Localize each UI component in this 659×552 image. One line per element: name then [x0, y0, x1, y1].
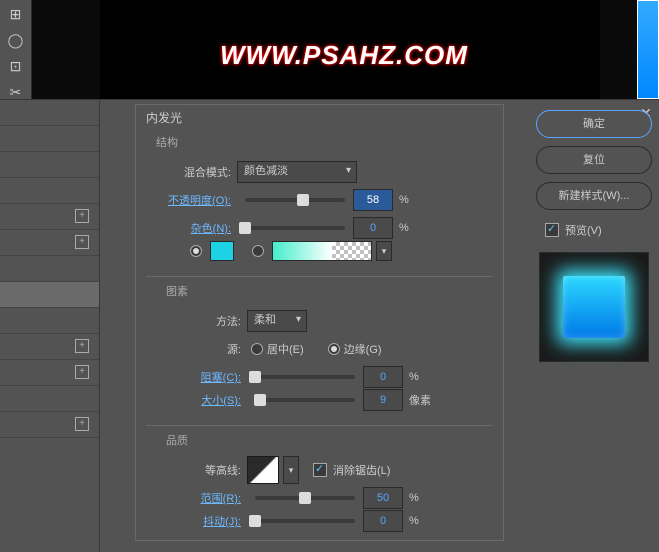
style-item[interactable]: +	[0, 334, 99, 360]
size-label[interactable]: 大小(S):	[156, 392, 241, 408]
quality-heading: 品质	[146, 428, 493, 456]
plus-icon[interactable]: +	[75, 339, 89, 353]
technique-select[interactable]: 柔和	[247, 310, 307, 332]
canvas[interactable]: WWW.PSAHZ.COM	[32, 0, 659, 99]
tools-toolbar: ⊞ ◯ ⊡ ✂	[0, 0, 32, 99]
antialias-label: 消除锯齿(L)	[333, 462, 390, 478]
ok-button[interactable]: 确定	[536, 110, 652, 138]
new-style-button[interactable]: 新建样式(W)...	[536, 182, 652, 210]
size-unit: 像素	[409, 392, 431, 408]
style-item-inner-glow[interactable]	[0, 282, 99, 308]
noise-unit: %	[399, 222, 409, 234]
opacity-slider[interactable]	[245, 198, 345, 202]
watermark-text: WWW.PSAHZ.COM	[220, 40, 468, 71]
range-slider[interactable]	[255, 496, 355, 500]
structure-heading: 结构	[136, 130, 503, 158]
style-item[interactable]	[0, 178, 99, 204]
style-item[interactable]	[0, 152, 99, 178]
dialog-buttons: 确定 复位 新建样式(W)... 预览(V)	[529, 110, 659, 372]
contour-label: 等高线:	[156, 462, 241, 478]
source-label: 源:	[156, 341, 241, 357]
gradient-swatch[interactable]	[272, 241, 372, 261]
noise-input[interactable]	[353, 217, 393, 239]
preview-box	[539, 252, 649, 362]
style-item[interactable]	[0, 308, 99, 334]
tool-select-icon[interactable]: ⊡	[2, 54, 30, 78]
noise-slider[interactable]	[245, 226, 345, 230]
plus-icon[interactable]: +	[75, 365, 89, 379]
range-unit: %	[409, 492, 419, 504]
blend-mode-select[interactable]: 颜色减淡	[237, 161, 357, 183]
opacity-input[interactable]	[353, 189, 393, 211]
source-edge-radio[interactable]	[328, 343, 340, 355]
tool-move-icon[interactable]: ⊞	[2, 2, 30, 26]
style-item[interactable]	[0, 100, 99, 126]
gradient-radio[interactable]	[252, 245, 264, 257]
layer-style-dialog: ✕ + + + + + 内发光 结构 混合模式: 颜色减淡 不透明度(O):	[0, 99, 659, 552]
style-item[interactable]: +	[0, 230, 99, 256]
plus-icon[interactable]: +	[75, 417, 89, 431]
preview-label: 预览(V)	[565, 222, 602, 238]
jitter-unit: %	[409, 515, 419, 527]
tool-lasso-icon[interactable]: ◯	[2, 28, 30, 52]
jitter-slider[interactable]	[255, 519, 355, 523]
inner-glow-group: 内发光 结构 混合模式: 颜色减淡 不透明度(O): % 杂色(N): %	[135, 104, 504, 541]
jitter-label[interactable]: 抖动(J):	[156, 513, 241, 529]
opacity-unit: %	[399, 194, 409, 206]
noise-label[interactable]: 杂色(N):	[146, 220, 231, 236]
range-input[interactable]	[363, 487, 403, 509]
range-label[interactable]: 范围(R):	[156, 490, 241, 506]
choke-slider[interactable]	[255, 375, 355, 379]
style-item[interactable]	[0, 126, 99, 152]
plus-icon[interactable]: +	[75, 235, 89, 249]
document-area: WWW.PSAHZ.COM	[100, 0, 600, 99]
source-edge-label: 边缘(G)	[344, 341, 382, 357]
contour-picker[interactable]	[247, 456, 279, 484]
choke-label[interactable]: 阻塞(C):	[156, 369, 241, 385]
style-item[interactable]	[0, 256, 99, 282]
opacity-label[interactable]: 不透明度(O):	[146, 192, 231, 208]
style-item[interactable]: +	[0, 412, 99, 438]
color-swatch[interactable]	[210, 241, 234, 261]
styles-list: + + + + +	[0, 100, 100, 552]
style-item[interactable]: +	[0, 204, 99, 230]
plus-icon[interactable]: +	[75, 209, 89, 223]
gradient-dropdown[interactable]: ▾	[376, 241, 392, 261]
size-slider[interactable]	[255, 398, 355, 402]
color-radio[interactable]	[190, 245, 202, 257]
choke-input[interactable]	[363, 366, 403, 388]
reset-button[interactable]: 复位	[536, 146, 652, 174]
blend-mode-label: 混合模式:	[146, 164, 231, 180]
preview-swatch	[563, 276, 625, 338]
panel-title: 内发光	[136, 105, 503, 130]
source-center-radio[interactable]	[251, 343, 263, 355]
antialias-checkbox[interactable]	[313, 463, 327, 477]
style-settings: 内发光 结构 混合模式: 颜色减淡 不透明度(O): % 杂色(N): %	[100, 100, 659, 552]
elements-heading: 图素	[146, 279, 493, 307]
selection-marquee[interactable]	[637, 0, 659, 99]
editor-background: ⊞ ◯ ⊡ ✂ WWW.PSAHZ.COM	[0, 0, 659, 99]
jitter-input[interactable]	[363, 510, 403, 532]
style-item[interactable]: +	[0, 360, 99, 386]
contour-dropdown[interactable]: ▾	[283, 456, 299, 484]
style-item[interactable]	[0, 386, 99, 412]
choke-unit: %	[409, 371, 419, 383]
preview-checkbox[interactable]	[545, 223, 559, 237]
technique-label: 方法:	[156, 313, 241, 329]
size-input[interactable]	[363, 389, 403, 411]
source-center-label: 居中(E)	[267, 341, 304, 357]
